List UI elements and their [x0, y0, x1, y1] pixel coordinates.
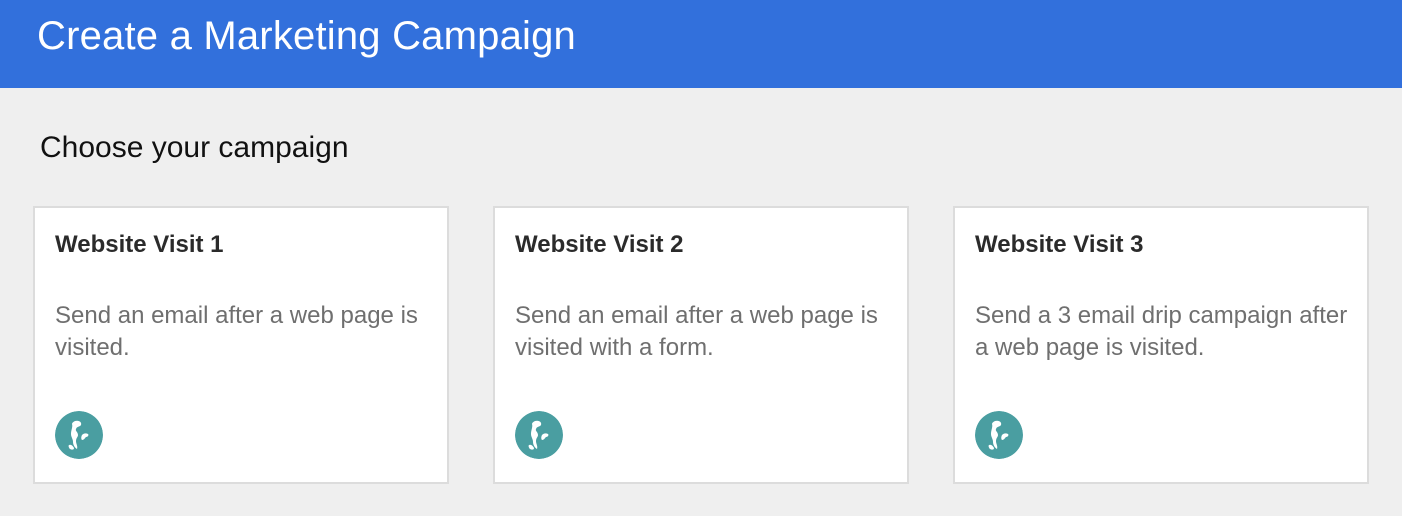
section-title: Choose your campaign	[40, 131, 349, 164]
globe-icon	[975, 411, 1023, 459]
card-title: Website Visit 2	[515, 231, 684, 258]
card-title: Website Visit 1	[55, 231, 224, 258]
campaign-card-website-visit-2[interactable]: Website Visit 2 Send an email after a we…	[493, 206, 909, 484]
page-title: Create a Marketing Campaign	[37, 14, 576, 58]
card-description: Send an email after a web page is visite…	[515, 302, 878, 361]
card-description: Send an email after a web page is visite…	[55, 302, 418, 361]
app-header: Create a Marketing Campaign	[0, 0, 1402, 88]
globe-icon	[515, 411, 563, 459]
globe-icon	[55, 411, 103, 459]
campaign-card-website-visit-1[interactable]: Website Visit 1 Send an email after a we…	[33, 206, 449, 484]
campaign-card-website-visit-3[interactable]: Website Visit 3 Send a 3 email drip camp…	[953, 206, 1369, 484]
card-description: Send a 3 email drip campaign after a web…	[975, 302, 1348, 361]
card-title: Website Visit 3	[975, 231, 1144, 258]
